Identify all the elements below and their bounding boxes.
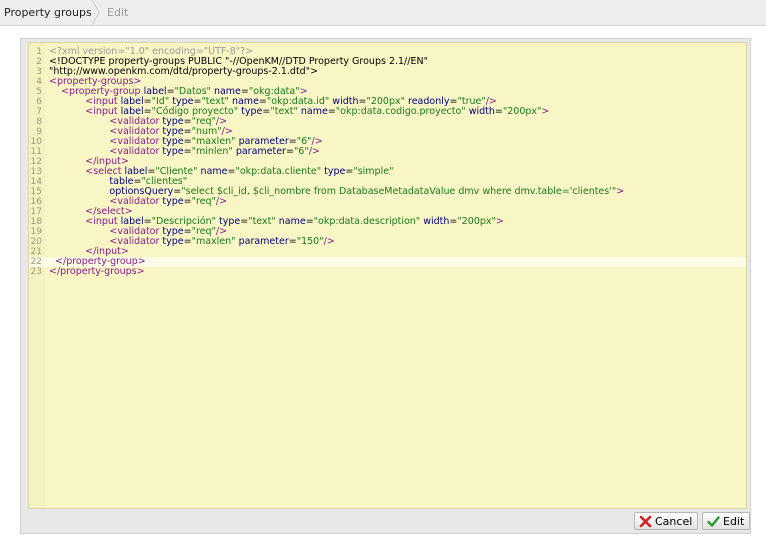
tab-edit[interactable]: Edit (100, 0, 128, 25)
code-token: "text" (270, 106, 298, 117)
line-number: 12 (30, 157, 42, 167)
line-number: 17 (30, 207, 42, 217)
code-token: "maxlen" (191, 236, 236, 247)
line-number: 1 (36, 47, 42, 57)
code-token: parameter (238, 236, 289, 247)
code-token: type (162, 196, 184, 207)
line-number: 16 (30, 197, 42, 207)
code-token: /> (323, 236, 335, 247)
code-token: = (327, 106, 336, 117)
line-number: 7 (36, 107, 42, 117)
code-token: type (324, 166, 346, 177)
edit-button[interactable]: Edit (702, 512, 750, 530)
line-number: 19 (30, 227, 42, 237)
line-number: 4 (36, 77, 42, 87)
cancel-button[interactable]: Cancel (634, 512, 698, 530)
tab-bar: Property groups Edit (0, 0, 766, 26)
line-number: 18 (30, 217, 42, 227)
code-token: "150" (296, 236, 324, 247)
code-token: "minlen" (191, 146, 233, 157)
edit-button-label: Edit (723, 515, 745, 528)
cancel-button-label: Cancel (655, 515, 693, 528)
code-token: > (541, 106, 550, 117)
code-token: "200px" (502, 106, 542, 117)
line-number: 5 (36, 87, 42, 97)
code-line[interactable]: 11 <validator type="minlen" parameter="6… (29, 146, 746, 158)
line-number: 20 (30, 237, 42, 247)
check-icon (707, 516, 720, 527)
line-number: 10 (30, 137, 42, 147)
code-token: "6" (293, 146, 309, 157)
code-token: type (241, 106, 263, 117)
line-number: 21 (30, 247, 42, 257)
code-token: = (288, 236, 297, 247)
code-token: > (616, 186, 625, 197)
code-line[interactable]: 16 <validator type="req"/> (29, 196, 746, 208)
code-token: type (162, 236, 184, 247)
code-token: width (423, 216, 450, 227)
code-line[interactable]: 20 <validator type="maxlen" parameter="1… (29, 236, 746, 248)
code-token: "simple" (353, 166, 394, 177)
code-token: "okp:data.codigo.proyecto" (335, 106, 466, 117)
code-token: "text" (248, 216, 276, 227)
line-number: 14 (30, 177, 42, 187)
line-number: 3 (36, 67, 42, 77)
code-token: "200px" (457, 216, 496, 227)
line-number: 13 (30, 167, 42, 177)
line-number: 15 (30, 187, 42, 197)
code-token: > (495, 216, 504, 227)
code-token: = (285, 146, 294, 157)
line-number: 23 (30, 267, 42, 277)
line-number: 6 (36, 97, 42, 107)
code-token: width (468, 106, 495, 117)
code-token: /> (215, 196, 228, 207)
code-lines: 1 <?xml version="1.0" encoding="UTF-8"?> 2… (29, 47, 746, 277)
line-number: 2 (36, 57, 42, 67)
code-token: "okp:data.description" (313, 216, 421, 227)
code-text: </property-groups> (49, 267, 145, 277)
tab-property-groups[interactable]: Property groups (0, 0, 95, 25)
code-token: name (200, 166, 228, 177)
code-token: = (183, 196, 192, 207)
code-editor[interactable]: 1 <?xml version="1.0" encoding="UTF-8"?> 2… (28, 42, 747, 509)
code-token: "okp:data.cliente" (235, 166, 322, 177)
code-token: "select $cli_id, $cli_nombre from Databa… (181, 186, 617, 197)
code-token: parameter (235, 146, 286, 157)
code-token: name (278, 216, 306, 227)
code-token: = (183, 146, 192, 157)
close-x-icon (639, 515, 652, 528)
line-number: 8 (36, 117, 42, 127)
line-number: 11 (30, 147, 42, 157)
line-number: 9 (36, 127, 42, 137)
code-token: name (300, 106, 328, 117)
code-token: = (494, 106, 503, 117)
code-token: = (240, 216, 249, 227)
code-token: type (162, 146, 184, 157)
code-token: "req" (191, 196, 216, 207)
code-token: = (183, 236, 192, 247)
code-token: /> (308, 146, 320, 157)
line-number: 22 (30, 257, 42, 267)
code-token: </property-groups> (49, 266, 145, 277)
code-line[interactable]: 23 </property-groups> (29, 267, 746, 278)
code-token: = (305, 216, 314, 227)
